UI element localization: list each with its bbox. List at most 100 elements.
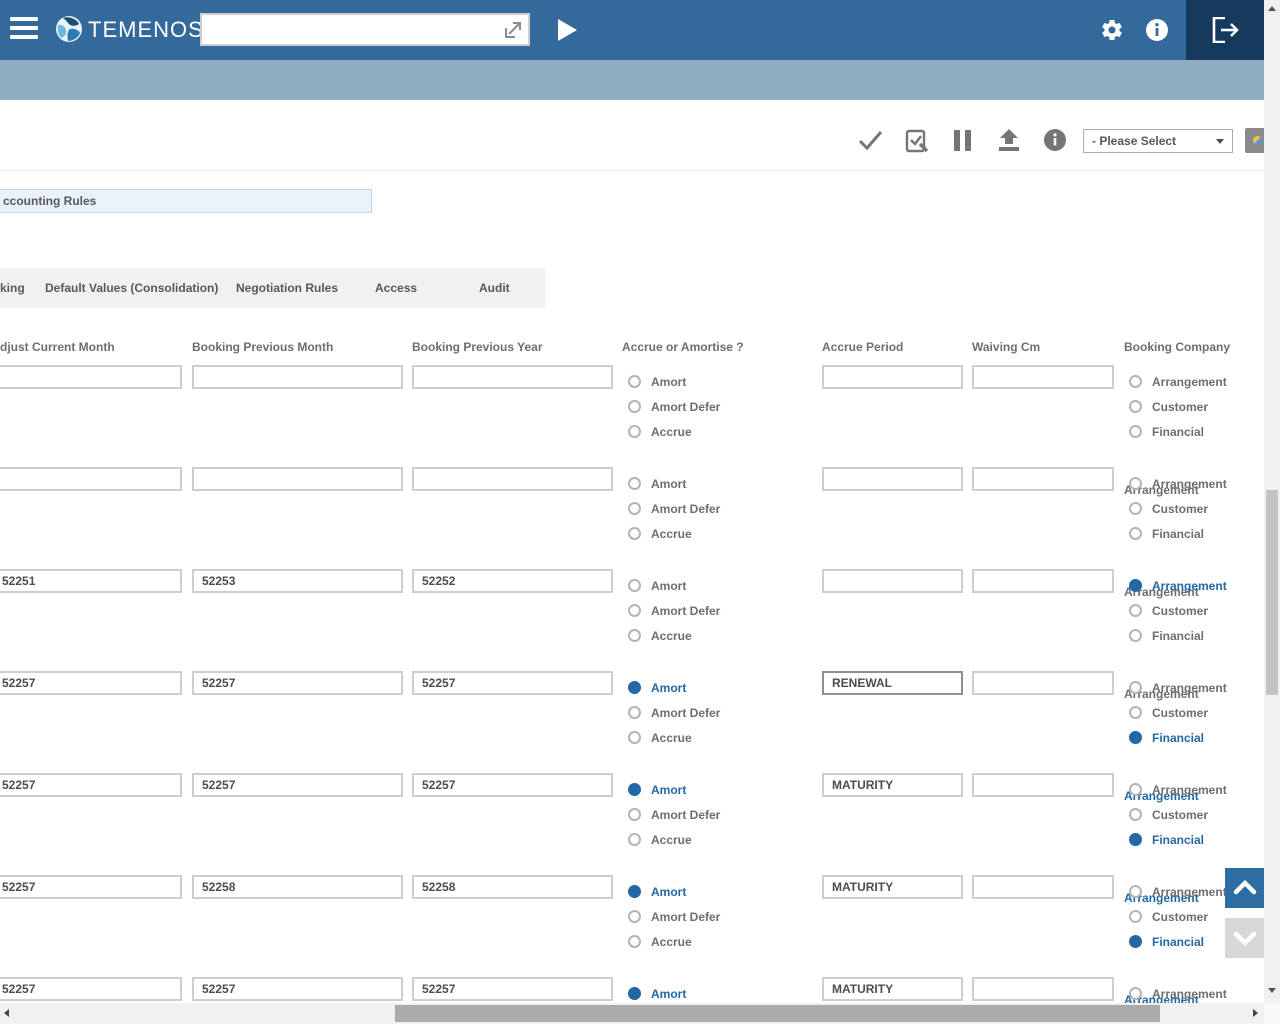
radio-circle-icon[interactable]: [1129, 629, 1142, 642]
waiving-cm-input[interactable]: [972, 875, 1114, 899]
waiving-cm-input[interactable]: [972, 569, 1114, 593]
commit-document-check-icon[interactable]: [905, 129, 929, 158]
booking-previous-year-input[interactable]: [412, 875, 613, 899]
radio-circle-icon[interactable]: [628, 910, 641, 923]
radio-circle-icon[interactable]: [1129, 425, 1142, 438]
booking-company-radio-arrangement[interactable]: Arrangement: [1129, 573, 1227, 598]
booking-company-radio-arrangement[interactable]: Arrangement: [1129, 471, 1227, 496]
radio-circle-icon[interactable]: [1129, 833, 1142, 846]
accrue-amortise-radio-amort-defer[interactable]: Amort Defer: [628, 496, 720, 521]
accrue-period-input[interactable]: [822, 569, 963, 593]
radio-circle-icon[interactable]: [628, 502, 641, 515]
booking-previous-year-input[interactable]: [412, 773, 613, 797]
command-search-input[interactable]: [200, 13, 530, 46]
radio-circle-icon[interactable]: [628, 579, 641, 592]
radio-circle-icon[interactable]: [628, 400, 641, 413]
hamburger-menu-icon[interactable]: [10, 17, 40, 43]
adjust-current-month-input[interactable]: [0, 569, 182, 593]
accrue-amortise-radio-amort[interactable]: Amort: [628, 369, 686, 394]
booking-previous-month-input[interactable]: [192, 773, 403, 797]
accrue-amortise-radio-amort-defer[interactable]: Amort Defer: [628, 802, 720, 827]
accrue-amortise-radio-amort-defer[interactable]: Amort Defer: [628, 700, 720, 725]
accrue-period-input[interactable]: [822, 773, 963, 797]
booking-previous-year-input[interactable]: [412, 467, 613, 491]
booking-company-radio-financial-arrangement[interactable]: Financial: [1129, 827, 1204, 852]
radio-circle-icon[interactable]: [628, 604, 641, 617]
radio-circle-icon[interactable]: [628, 681, 641, 694]
accrue-amortise-radio-amort-defer[interactable]: Amort Defer: [628, 394, 720, 419]
radio-circle-icon[interactable]: [628, 987, 641, 1000]
radio-circle-icon[interactable]: [1129, 604, 1142, 617]
tab-audit[interactable]: Audit: [479, 268, 510, 308]
radio-circle-icon[interactable]: [628, 425, 641, 438]
booking-previous-month-input[interactable]: [192, 977, 403, 1001]
scroll-to-top-button[interactable]: [1225, 868, 1265, 908]
radio-circle-icon[interactable]: [1129, 375, 1142, 388]
upload-icon[interactable]: [997, 129, 1021, 157]
booking-company-radio-customer[interactable]: Customer: [1129, 802, 1208, 827]
accrue-amortise-radio-accrue[interactable]: Accrue: [628, 419, 692, 444]
action-select-dropdown[interactable]: - Please Select: [1083, 129, 1233, 153]
booking-previous-year-input[interactable]: [412, 977, 613, 1001]
accrue-amortise-radio-amort-defer[interactable]: Amort Defer: [628, 904, 720, 929]
radio-circle-icon[interactable]: [1129, 783, 1142, 796]
info-icon[interactable]: [1044, 129, 1066, 156]
radio-circle-icon[interactable]: [1129, 987, 1142, 1000]
radio-circle-icon[interactable]: [628, 935, 641, 948]
radio-circle-icon[interactable]: [1129, 808, 1142, 821]
booking-company-radio-financial-arrangement[interactable]: Financial: [1129, 725, 1204, 750]
booking-company-radio-financial-arrangement[interactable]: Financial: [1129, 419, 1204, 444]
adjust-current-month-input[interactable]: [0, 467, 182, 491]
booking-company-radio-customer[interactable]: Customer: [1129, 394, 1208, 419]
radio-circle-icon[interactable]: [628, 833, 641, 846]
help-info-icon[interactable]: [1145, 18, 1169, 47]
accrue-amortise-radio-accrue[interactable]: Accrue: [628, 623, 692, 648]
accrue-period-input[interactable]: [822, 875, 963, 899]
booking-company-radio-financial-arrangement[interactable]: Financial: [1129, 623, 1204, 648]
radio-circle-icon[interactable]: [628, 629, 641, 642]
adjust-current-month-input[interactable]: [0, 671, 182, 695]
accrue-amortise-radio-amort[interactable]: Amort: [628, 675, 686, 700]
tab-negotiation-rules[interactable]: Negotiation Rules: [236, 268, 338, 308]
vertical-scrollbar[interactable]: [1264, 0, 1280, 1024]
adjust-current-month-input[interactable]: [0, 977, 182, 1001]
booking-company-radio-customer[interactable]: Customer: [1129, 700, 1208, 725]
booking-company-radio-arrangement[interactable]: Arrangement: [1129, 879, 1227, 904]
radio-circle-icon[interactable]: [1129, 706, 1142, 719]
scroll-to-bottom-button[interactable]: [1225, 918, 1265, 958]
booking-company-radio-customer[interactable]: Customer: [1129, 598, 1208, 623]
waiving-cm-input[interactable]: [972, 773, 1114, 797]
accrue-period-input[interactable]: [822, 467, 963, 491]
hold-pause-icon[interactable]: [953, 129, 973, 157]
horizontal-scrollbar[interactable]: [0, 1003, 1264, 1024]
booking-company-radio-arrangement[interactable]: Arrangement: [1129, 777, 1227, 802]
radio-circle-icon[interactable]: [1129, 477, 1142, 490]
radio-circle-icon[interactable]: [1129, 885, 1142, 898]
horizontal-scrollbar-thumb[interactable]: [395, 1005, 1160, 1022]
accrue-amortise-radio-amort[interactable]: Amort: [628, 879, 686, 904]
booking-previous-year-input[interactable]: [412, 569, 613, 593]
radio-circle-icon[interactable]: [1129, 731, 1142, 744]
waiving-cm-input[interactable]: [972, 977, 1114, 1001]
adjust-current-month-input[interactable]: [0, 875, 182, 899]
radio-circle-icon[interactable]: [628, 375, 641, 388]
radio-circle-icon[interactable]: [628, 731, 641, 744]
radio-circle-icon[interactable]: [628, 527, 641, 540]
radio-circle-icon[interactable]: [1129, 935, 1142, 948]
validate-check-icon[interactable]: [858, 129, 883, 156]
radio-circle-icon[interactable]: [628, 783, 641, 796]
tab-booking[interactable]: king: [0, 268, 25, 308]
accrue-period-input[interactable]: [822, 671, 963, 695]
radio-circle-icon[interactable]: [1129, 502, 1142, 515]
booking-company-radio-financial-arrangement[interactable]: Financial: [1129, 521, 1204, 546]
accrue-amortise-radio-accrue[interactable]: Accrue: [628, 929, 692, 954]
waiving-cm-input[interactable]: [972, 671, 1114, 695]
radio-circle-icon[interactable]: [628, 477, 641, 490]
booking-company-radio-customer[interactable]: Customer: [1129, 496, 1208, 521]
booking-previous-year-input[interactable]: [412, 365, 613, 389]
scroll-up-arrow-icon[interactable]: [1268, 6, 1276, 11]
booking-previous-month-input[interactable]: [192, 365, 403, 389]
settings-gear-icon[interactable]: [1100, 18, 1124, 47]
accrue-period-input[interactable]: [822, 365, 963, 389]
radio-circle-icon[interactable]: [628, 808, 641, 821]
